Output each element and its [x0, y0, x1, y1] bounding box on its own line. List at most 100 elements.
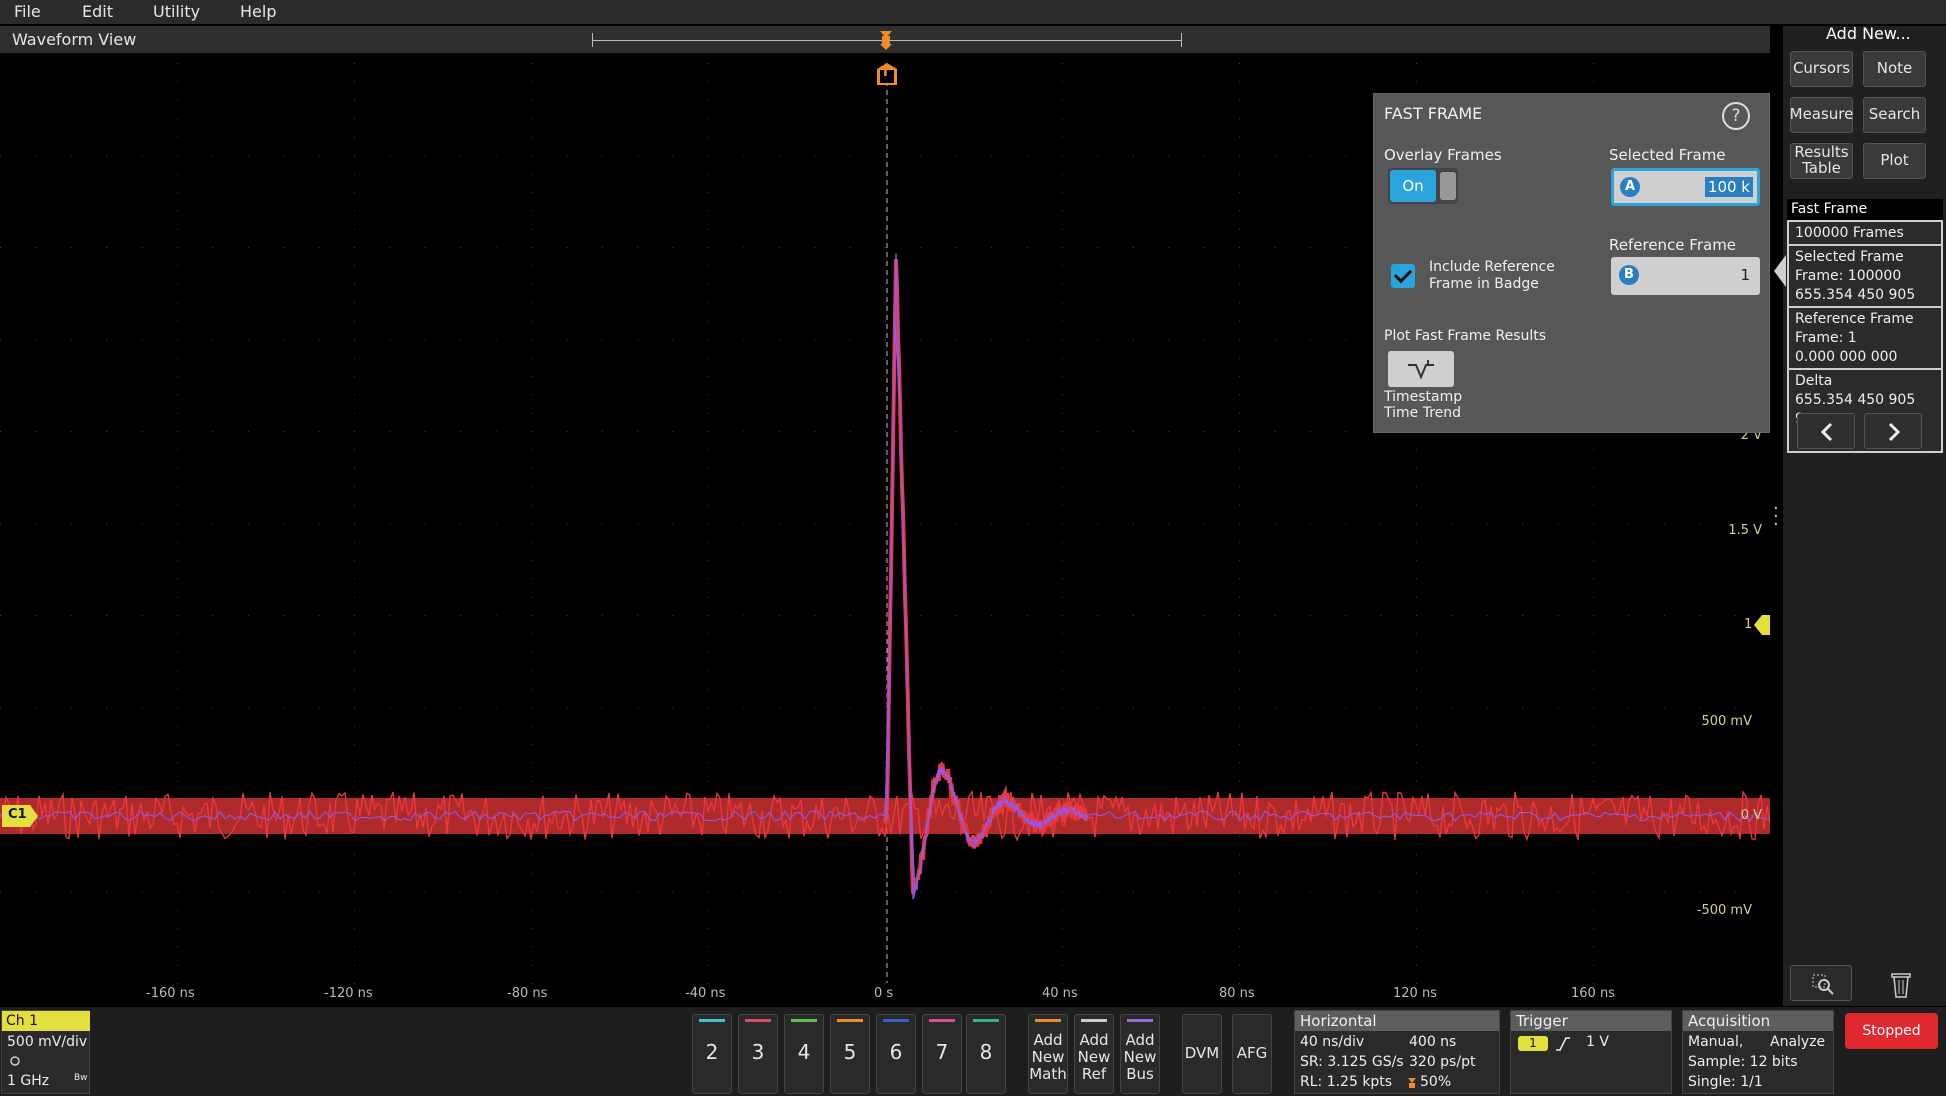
plot-button[interactable]: Plot: [1863, 143, 1926, 179]
channel-8-button[interactable]: 8: [966, 1014, 1006, 1094]
trigger-badge[interactable]: Trigger 1 1 V: [1510, 1010, 1672, 1094]
previous-frame-button[interactable]: [1797, 413, 1855, 449]
trigger-title: Trigger: [1511, 1011, 1671, 1031]
results-table-button[interactable]: Results Table: [1790, 143, 1853, 179]
overlay-frames-toggle[interactable]: On: [1388, 168, 1458, 204]
menu-file[interactable]: File: [14, 2, 41, 21]
frames-count: 100000 Frames: [1789, 222, 1941, 244]
trigger-position-icon: [1408, 1078, 1416, 1088]
zoom-icon: [1812, 974, 1834, 995]
acquisition-sample: Sample: 12 bits: [1688, 1054, 1798, 1070]
add-new-bus-button[interactable]: Add New Bus: [1120, 1014, 1160, 1094]
menu-help[interactable]: Help: [240, 2, 276, 21]
delete-button[interactable]: [1870, 965, 1932, 1001]
channel-3-button[interactable]: 3: [738, 1014, 778, 1094]
channel-8-color: [973, 1019, 999, 1022]
resolution: 320 ps/pt: [1409, 1054, 1476, 1070]
selected-frame-title: Selected Frame: [1795, 249, 1904, 265]
selected-frame-input[interactable]: A 100 k: [1611, 168, 1760, 206]
add-bus-line-3: Bus: [1126, 1065, 1154, 1083]
channel-4-button[interactable]: 4: [784, 1014, 824, 1094]
ch1-badge[interactable]: Ch 1 500 mV/div 1 GHz Bw: [1, 1010, 90, 1094]
add-bus-line-2: New: [1123, 1048, 1157, 1066]
ch1-scale: 500 mV/div: [7, 1034, 88, 1050]
measure-button[interactable]: Measure: [1790, 97, 1853, 133]
afg-button[interactable]: AFG: [1232, 1014, 1272, 1094]
chevron-left-icon: [1820, 422, 1833, 442]
volt-tick: 500 mV: [1701, 714, 1752, 729]
badge-connector: [1774, 255, 1786, 287]
channel-2-button[interactable]: 2: [692, 1014, 732, 1094]
horizontal-badge[interactable]: Horizontal 40 ns/div 400 ns SR: 3.125 GS…: [1294, 1010, 1500, 1094]
fast-frame-panel: FAST FRAME ? Overlay Frames On Selected …: [1373, 93, 1770, 433]
trash-icon: [1891, 973, 1911, 998]
selected-frame-number: Frame: 100000: [1795, 268, 1902, 284]
search-button[interactable]: Search: [1863, 97, 1926, 133]
bandwidth-limit-flag: Bw: [74, 1073, 88, 1083]
sample-rate: SR: 3.125 GS/s: [1300, 1054, 1404, 1070]
add-bus-line-1: Add: [1125, 1031, 1155, 1049]
channel-6-label: 6: [889, 1040, 903, 1064]
channel-6-button[interactable]: 6: [876, 1014, 916, 1094]
timestamp-trend-button[interactable]: [1388, 351, 1454, 387]
add-ref-line-3: Ref: [1081, 1065, 1107, 1083]
rising-edge-icon: [1556, 1037, 1570, 1051]
channel-3-color: [745, 1019, 771, 1022]
add-new-math-button[interactable]: Add New Math: [1028, 1014, 1068, 1094]
add-new-ref-button[interactable]: Add New Ref: [1074, 1014, 1114, 1094]
note-button[interactable]: Note: [1863, 51, 1926, 87]
menu-edit[interactable]: Edit: [82, 2, 113, 21]
reference-frame-info: Reference Frame Frame: 1 0.000 000 000 0…: [1789, 308, 1941, 384]
cursors-button[interactable]: Cursors: [1790, 51, 1853, 87]
menu-utility[interactable]: Utility: [153, 2, 200, 21]
channel-3-label: 3: [751, 1040, 765, 1064]
reference-frame-label: Reference Frame: [1609, 236, 1737, 254]
trigger-marker-label: T: [881, 65, 890, 80]
fast-frame-badge-title: Fast Frame: [1787, 199, 1943, 220]
frames-count-text: 100000 Frames: [1795, 225, 1904, 241]
zoom-button[interactable]: [1790, 965, 1852, 1001]
horizontal-duration: 400 ns: [1409, 1034, 1457, 1050]
channel-7-button[interactable]: 7: [922, 1014, 962, 1094]
add-math-line-2: New: [1031, 1048, 1065, 1066]
time-tick: -120 ns: [324, 986, 373, 1001]
fast-frame-badge[interactable]: Fast Frame 100000 Frames Selected Frame …: [1787, 199, 1943, 453]
volt-tick: 0 V: [1740, 808, 1762, 823]
reference-frame-number: Frame: 1: [1795, 330, 1857, 346]
dvm-button[interactable]: DVM: [1182, 1014, 1222, 1094]
probe-icon: [10, 1056, 20, 1066]
channel-4-label: 4: [797, 1040, 811, 1064]
include-reference-checkbox[interactable]: [1391, 264, 1415, 288]
trigger-level-marker-icon[interactable]: [1754, 615, 1770, 635]
bus-color: [1127, 1019, 1153, 1022]
time-tick: 80 ns: [1219, 986, 1255, 1001]
run-stop-status[interactable]: Stopped: [1845, 1013, 1938, 1049]
help-icon[interactable]: ?: [1722, 102, 1750, 130]
next-frame-button[interactable]: [1864, 413, 1922, 449]
horizontal-title: Horizontal: [1295, 1011, 1499, 1031]
time-tick: 120 ns: [1393, 986, 1437, 1001]
afg-label: AFG: [1236, 1044, 1268, 1062]
trend-plot-icon: [1408, 360, 1434, 380]
ch1-bandwidth: 1 GHz: [7, 1073, 50, 1089]
acquisition-badge[interactable]: Acquisition Manual, Analyze Sample: 12 b…: [1682, 1010, 1834, 1094]
time-tick: -160 ns: [146, 986, 195, 1001]
results-table-label-2: Table: [1802, 159, 1841, 177]
record-length: RL: 1.25 kpts: [1300, 1074, 1393, 1090]
add-ref-line-2: New: [1077, 1048, 1111, 1066]
panel-resize-handle[interactable]: · · ·: [1773, 500, 1779, 534]
acquisition-single: Single: 1/1: [1688, 1074, 1763, 1090]
reference-frame-input[interactable]: B 1: [1611, 257, 1760, 295]
add-math-line-1: Add: [1033, 1031, 1063, 1049]
menu-bar: File Edit Utility Help: [0, 0, 1946, 24]
plot-results-label: Plot Fast Frame Results: [1384, 328, 1547, 344]
chevron-right-icon: [1888, 422, 1901, 442]
trigger-level: 1 V: [1586, 1034, 1609, 1050]
reference-frame-title: Reference Frame: [1795, 311, 1914, 327]
time-tick: 40 ns: [1042, 986, 1078, 1001]
time-tick: -80 ns: [507, 986, 548, 1001]
volt-tick: 1.5 V: [1728, 523, 1762, 538]
channel-2-label: 2: [705, 1040, 719, 1064]
channel-6-color: [883, 1019, 909, 1022]
channel-5-button[interactable]: 5: [830, 1014, 870, 1094]
